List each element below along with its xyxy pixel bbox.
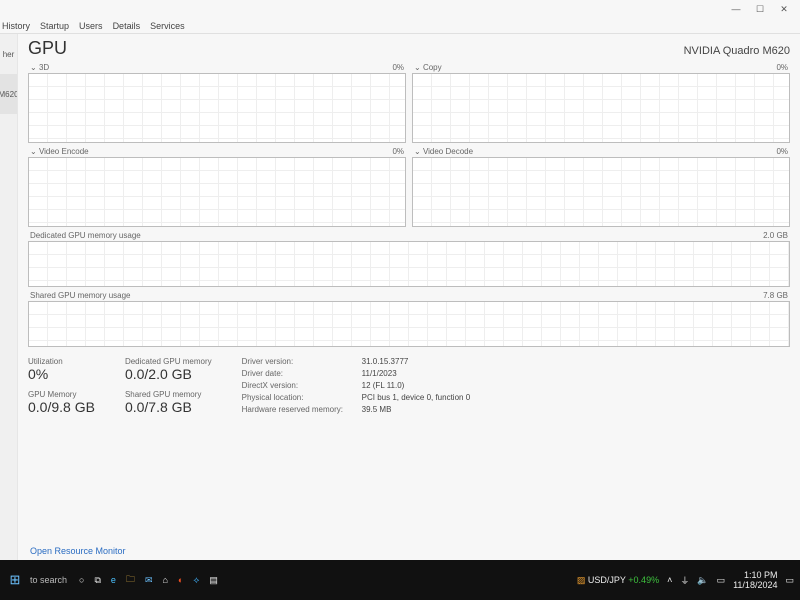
chrome-icon[interactable]: ◐ (178, 575, 183, 585)
stat-gpumem-label: GPU Memory (28, 390, 95, 399)
tab-details[interactable]: Details (113, 21, 141, 31)
pane-vdec-dropdown-icon[interactable]: ⌄ (414, 147, 421, 156)
pane-shmem-label: Shared GPU memory usage (30, 291, 131, 300)
cortana-icon[interactable]: ○ (79, 575, 84, 585)
pane-copy-right: 0% (776, 63, 788, 72)
page-title: GPU (28, 38, 67, 59)
pane-vdec-label: Video Decode (423, 147, 473, 156)
taskbar-clock[interactable]: 1:10 PM 11/18/2024 (733, 570, 777, 590)
location-val: PCI bus 1, device 0, function 0 (362, 393, 471, 402)
start-button[interactable]: ⊞ (0, 572, 30, 588)
tray-wifi-icon[interactable]: ⏚ (680, 574, 689, 587)
chart-video-encode (28, 157, 406, 227)
store-icon[interactable]: ⌂ (162, 575, 167, 585)
taskmgr-icon[interactable]: ▤ (209, 575, 218, 586)
edge-icon[interactable]: e (111, 575, 116, 585)
reserved-key: Hardware reserved memory: (242, 405, 362, 414)
pane-dedicated-memory: Dedicated GPU memory usage 2.0 GB (28, 231, 790, 287)
stat-shmem-value: 0.0/7.8 GB (125, 399, 212, 415)
chart-copy (412, 73, 790, 143)
pane-vdec-right: 0% (776, 147, 788, 156)
pane-shared-memory: Shared GPU memory usage 7.8 GB (28, 291, 790, 347)
notification-icon[interactable]: ▭ (785, 575, 794, 586)
driver-date-val: 11/1/2023 (362, 369, 397, 378)
open-resource-monitor-link[interactable]: Open Resource Monitor (28, 542, 790, 560)
sidebar: her M620 (0, 34, 18, 560)
chart-3d (28, 73, 406, 143)
pane-3d: ⌄ 3D 0% (28, 63, 406, 143)
tray-overflow-icon[interactable]: ˄ (667, 575, 672, 585)
taskbar: ⊞ to search ○ ⧉ e 🗀 ✉ ⌂ ◐ ⟡ ▤ ▨ USD/JPY … (0, 560, 800, 600)
driver-version-val: 31.0.15.3777 (362, 357, 409, 366)
location-key: Physical location: (242, 393, 362, 402)
directx-val: 12 (FL 11.0) (362, 381, 405, 390)
vscode-icon[interactable]: ⟡ (193, 575, 199, 586)
chart-dedicated-memory (28, 241, 790, 287)
pane-3d-dropdown-icon[interactable]: ⌄ (30, 63, 37, 72)
stat-gpumem-value: 0.0/9.8 GB (28, 399, 95, 415)
taskbar-stock-label: USD/JPY (588, 575, 626, 585)
stats-block: Utilization 0% GPU Memory 0.0/9.8 GB Ded… (28, 357, 790, 415)
pane-venc-label: Video Encode (39, 147, 89, 156)
reserved-val: 39.5 MB (362, 405, 392, 414)
stat-utilization-label: Utilization (28, 357, 95, 366)
sidebar-item-gpu[interactable]: M620 (0, 74, 17, 114)
stat-dedmem-label: Dedicated GPU memory (125, 357, 212, 366)
stat-shmem-label: Shared GPU memory (125, 390, 212, 399)
pane-venc-right: 0% (392, 147, 404, 156)
pane-copy-label: Copy (423, 63, 442, 72)
mail-icon[interactable]: ✉ (145, 575, 153, 586)
taskbar-stock[interactable]: ▨ USD/JPY +0.49% (577, 575, 659, 586)
chart-video-decode (412, 157, 790, 227)
taskbar-date: 11/18/2024 (733, 580, 777, 590)
tray-battery-icon[interactable]: ▭ (717, 575, 726, 586)
window-titlebar: — ☐ ✕ (0, 0, 800, 18)
tab-bar: History Startup Users Details Services (0, 18, 800, 34)
explorer-icon[interactable]: 🗀 (126, 572, 135, 588)
tray-volume-icon[interactable]: 🔈 (697, 575, 708, 586)
taskbar-stock-change: +0.49% (628, 575, 659, 585)
taskbar-time: 1:10 PM (733, 570, 777, 580)
minimize-button[interactable]: — (724, 4, 748, 14)
pane-video-decode: ⌄ Video Decode 0% (412, 147, 790, 227)
pane-3d-right: 0% (392, 63, 404, 72)
pane-video-encode: ⌄ Video Encode 0% (28, 147, 406, 227)
maximize-button[interactable]: ☐ (748, 4, 772, 15)
pane-shmem-right: 7.8 GB (763, 291, 788, 300)
tab-history[interactable]: History (2, 21, 30, 31)
pane-copy: ⌄ Copy 0% (412, 63, 790, 143)
pane-copy-dropdown-icon[interactable]: ⌄ (414, 63, 421, 72)
pane-dedmem-label: Dedicated GPU memory usage (30, 231, 141, 240)
close-button[interactable]: ✕ (772, 4, 796, 15)
tab-services[interactable]: Services (150, 21, 185, 31)
sidebar-item-other[interactable]: her (0, 34, 17, 74)
pane-dedmem-right: 2.0 GB (763, 231, 788, 240)
driver-version-key: Driver version: (242, 357, 362, 366)
tab-users[interactable]: Users (79, 21, 103, 31)
chart-shared-memory (28, 301, 790, 347)
tab-startup[interactable]: Startup (40, 21, 69, 31)
stat-utilization-value: 0% (28, 366, 95, 382)
taskbar-search[interactable]: to search (30, 575, 67, 585)
driver-date-key: Driver date: (242, 369, 362, 378)
directx-key: DirectX version: (242, 381, 362, 390)
gpu-model: NVIDIA Quadro M620 (684, 45, 790, 57)
stat-dedmem-value: 0.0/2.0 GB (125, 366, 212, 382)
pane-venc-dropdown-icon[interactable]: ⌄ (30, 147, 37, 156)
pane-3d-label: 3D (39, 63, 49, 72)
taskview-icon[interactable]: ⧉ (94, 575, 100, 586)
